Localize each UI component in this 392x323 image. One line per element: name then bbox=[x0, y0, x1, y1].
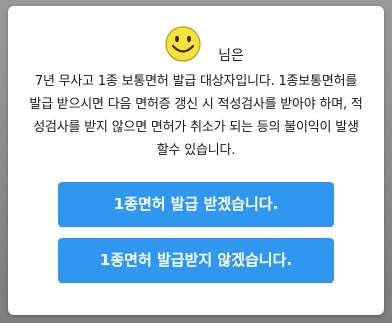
smiley-face-icon bbox=[165, 26, 201, 62]
license-notice-dialog: 님은 7년 무사고 1종 보통면허 발급 대상자입니다. 1종보통면허를 발급 … bbox=[8, 6, 384, 315]
accept-license-button[interactable]: 1종면허 발급 받겠습니다. bbox=[58, 182, 334, 227]
greeting-suffix: 님은 bbox=[218, 48, 244, 64]
decline-license-button[interactable]: 1종면허 발급받지 않겠습니다. bbox=[58, 238, 334, 283]
notice-message: 7년 무사고 1종 보통면허 발급 대상자입니다. 1종보통면허를 발급 받으시… bbox=[29, 74, 363, 158]
